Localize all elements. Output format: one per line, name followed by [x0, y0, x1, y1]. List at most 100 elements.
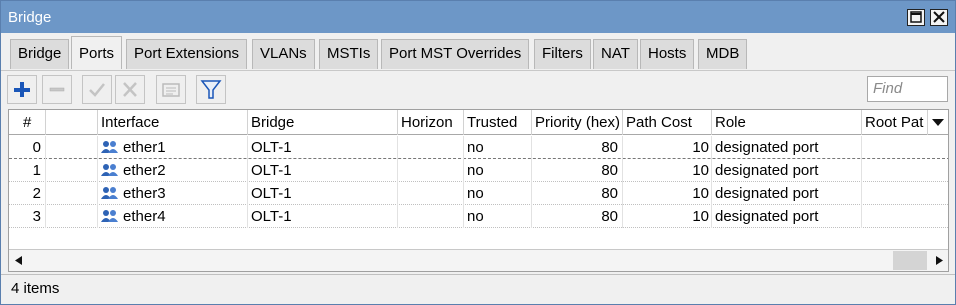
- column-header-bridge[interactable]: Bridge: [248, 110, 398, 135]
- horizon-cell: [398, 205, 464, 228]
- interface-cell: ether2: [98, 159, 248, 182]
- interface-icon: [101, 164, 118, 176]
- role-cell: designated port: [712, 136, 862, 159]
- tab-ports[interactable]: Ports: [71, 36, 123, 69]
- filter-button[interactable]: [196, 75, 226, 104]
- trusted-cell: no: [464, 136, 532, 159]
- interface-icon: [101, 141, 118, 153]
- interface-cell: ether3: [98, 182, 248, 205]
- path-cost-cell: 10: [623, 159, 712, 182]
- add-button[interactable]: [7, 75, 37, 104]
- close-icon: [933, 11, 945, 23]
- find-input[interactable]: Find: [867, 76, 948, 102]
- path-cost-cell: 10: [623, 136, 712, 159]
- table-row[interactable]: 2 ether3 OLT-1 no 80 10 designated port: [9, 182, 948, 205]
- ports-table: # Interface Bridge Horizon Trusted Prior…: [8, 109, 949, 272]
- comment-button[interactable]: [156, 75, 186, 104]
- minus-icon: [49, 87, 65, 92]
- scroll-left-button[interactable]: [9, 250, 29, 271]
- close-button[interactable]: [930, 9, 948, 26]
- interface-cell: ether4: [98, 205, 248, 228]
- interface-icon: [101, 210, 118, 222]
- tab-port-mst-overrides[interactable]: Port MST Overrides: [381, 39, 530, 69]
- tab-filters[interactable]: Filters: [534, 39, 591, 69]
- column-header-root-path[interactable]: Root Pat: [862, 110, 928, 135]
- column-header-horizon[interactable]: Horizon: [398, 110, 464, 135]
- comment-icon: [162, 83, 180, 97]
- priority-cell: 80: [532, 159, 623, 182]
- table-header: # Interface Bridge Horizon Trusted Prior…: [9, 110, 948, 135]
- path-cost-cell: 10: [623, 182, 712, 205]
- priority-cell: 80: [532, 205, 623, 228]
- row-number: 0: [9, 136, 46, 159]
- row-number: 1: [9, 159, 46, 182]
- role-cell: designated port: [712, 159, 862, 182]
- column-header-interface[interactable]: Interface: [98, 110, 248, 135]
- arrow-left-icon: [15, 256, 22, 265]
- trusted-cell: no: [464, 159, 532, 182]
- tab-vlans[interactable]: VLANs: [252, 39, 315, 69]
- window-title: Bridge: [8, 9, 52, 26]
- horizon-cell: [398, 182, 464, 205]
- priority-cell: 80: [532, 182, 623, 205]
- role-cell: designated port: [712, 182, 862, 205]
- table-row[interactable]: 1 ether2 OLT-1 no 80 10 designated port: [9, 159, 948, 182]
- maximize-button[interactable]: [907, 9, 925, 26]
- tab-mdb[interactable]: MDB: [698, 39, 748, 69]
- interface-name: ether2: [123, 162, 166, 179]
- check-icon: [89, 83, 105, 97]
- role-cell: designated port: [712, 205, 862, 228]
- enable-button[interactable]: [82, 75, 112, 104]
- row-flags: [46, 182, 98, 205]
- horizontal-scrollbar[interactable]: [9, 249, 948, 271]
- column-header-path-cost[interactable]: Path Cost: [623, 110, 712, 135]
- table-row[interactable]: 3 ether4 OLT-1 no 80 10 designated port: [9, 205, 948, 228]
- tab-bar: Bridge Ports Port Extensions VLANs MSTIs…: [1, 34, 955, 69]
- horizon-cell: [398, 136, 464, 159]
- row-flags: [46, 205, 98, 228]
- bridge-cell: OLT-1: [248, 205, 398, 228]
- path-cost-cell: 10: [623, 205, 712, 228]
- scroll-right-button[interactable]: [929, 250, 948, 271]
- scrollbar-thumb[interactable]: [893, 251, 927, 270]
- plus-icon: [14, 82, 30, 97]
- row-flags: [46, 136, 98, 159]
- interface-icon: [101, 187, 118, 199]
- row-number: 3: [9, 205, 46, 228]
- root-path-cell: [862, 136, 948, 159]
- bridge-cell: OLT-1: [248, 182, 398, 205]
- status-bar: 4 items: [1, 274, 955, 304]
- column-header-role[interactable]: Role: [712, 110, 862, 135]
- root-path-cell: [862, 205, 948, 228]
- column-header-flags[interactable]: [46, 110, 98, 135]
- disable-button[interactable]: [115, 75, 145, 104]
- item-count: 4 items: [11, 280, 60, 297]
- interface-name: ether3: [123, 185, 166, 202]
- tab-hosts[interactable]: Hosts: [640, 39, 695, 69]
- tab-nat[interactable]: NAT: [593, 39, 638, 69]
- title-bar[interactable]: Bridge: [1, 1, 955, 33]
- bridge-cell: OLT-1: [248, 159, 398, 182]
- trusted-cell: no: [464, 205, 532, 228]
- row-number: 2: [9, 182, 46, 205]
- column-header-number[interactable]: #: [9, 110, 46, 135]
- remove-button[interactable]: [42, 75, 72, 104]
- horizon-cell: [398, 159, 464, 182]
- bridge-cell: OLT-1: [248, 136, 398, 159]
- dropdown-arrow-icon: [932, 119, 944, 126]
- column-header-priority[interactable]: Priority (hex): [532, 110, 623, 135]
- columns-menu-button[interactable]: [928, 110, 948, 135]
- interface-name: ether1: [123, 139, 166, 156]
- trusted-cell: no: [464, 182, 532, 205]
- filter-icon: [200, 80, 222, 99]
- table-row[interactable]: 0 ether1 OLT-1 no 80 10 designated port: [9, 136, 948, 159]
- tab-mstis[interactable]: MSTIs: [319, 39, 379, 69]
- column-header-trusted[interactable]: Trusted: [464, 110, 532, 135]
- root-path-cell: [862, 182, 948, 205]
- maximize-icon: [910, 11, 922, 23]
- interface-cell: ether1: [98, 136, 248, 159]
- arrow-right-icon: [936, 256, 943, 265]
- interface-name: ether4: [123, 208, 166, 225]
- tab-port-extensions[interactable]: Port Extensions: [126, 39, 248, 69]
- tab-bridge[interactable]: Bridge: [10, 39, 70, 69]
